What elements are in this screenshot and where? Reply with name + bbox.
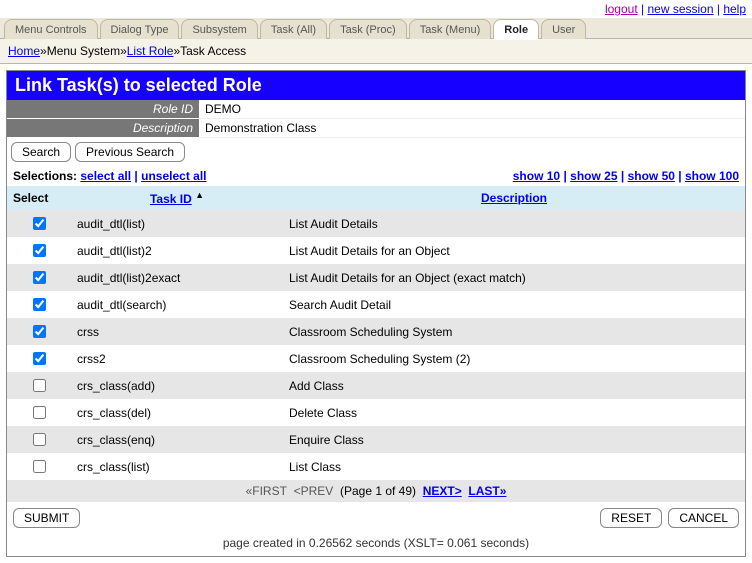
table-row: audit_dtl(list)2exactList Audit Details … [7, 264, 745, 291]
tab-role[interactable]: Role [493, 19, 539, 39]
breadcrumb-home[interactable]: Home [8, 44, 40, 58]
table-row: audit_dtl(search)Search Audit Detail [7, 291, 745, 318]
task-id-cell: crs_class(del) [71, 399, 283, 426]
description-cell: Add Class [283, 372, 745, 399]
tab-task-menu-[interactable]: Task (Menu) [409, 19, 492, 39]
tab-menu-controls[interactable]: Menu Controls [4, 19, 98, 39]
task-id-cell: audit_dtl(search) [71, 291, 283, 318]
row-select-checkbox[interactable] [33, 379, 46, 392]
col-task-id[interactable]: Task ID ▲ [71, 186, 283, 210]
task-table: Select Task ID ▲ Description audit_dtl(l… [7, 186, 745, 480]
show-25-link[interactable]: show 25 [570, 169, 617, 183]
tab-dialog-type[interactable]: Dialog Type [100, 19, 180, 39]
role-id-label: Role ID [7, 100, 199, 119]
table-row: crs_class(del)Delete Class [7, 399, 745, 426]
row-select-checkbox[interactable] [33, 433, 46, 446]
task-id-cell: crss [71, 318, 283, 345]
task-id-cell: audit_dtl(list)2 [71, 237, 283, 264]
page-box: Link Task(s) to selected Role Role ID DE… [6, 70, 746, 557]
logout-link[interactable]: logout [605, 2, 638, 16]
breadcrumb-list-role[interactable]: List Role [127, 44, 174, 58]
description-cell: List Audit Details for an Object [283, 237, 745, 264]
description-cell: Classroom Scheduling System [283, 318, 745, 345]
task-id-cell: audit_dtl(list) [71, 210, 283, 237]
selections-label: Selections: [13, 169, 77, 183]
sort-task-id-link[interactable]: Task ID [150, 192, 192, 206]
sort-asc-icon: ▲ [195, 190, 204, 200]
pager-prev: <PREV [294, 484, 334, 498]
description-cell: Enquire Class [283, 426, 745, 453]
description-cell: List Audit Details for an Object (exact … [283, 264, 745, 291]
table-row: audit_dtl(list)2List Audit Details for a… [7, 237, 745, 264]
row-select-checkbox[interactable] [33, 217, 46, 230]
description-cell: List Class [283, 453, 745, 480]
tab-task-all-[interactable]: Task (All) [260, 19, 327, 39]
row-select-checkbox[interactable] [33, 325, 46, 338]
tab-user[interactable]: User [541, 19, 586, 39]
tab-subsystem[interactable]: Subsystem [181, 19, 257, 39]
table-row: crs_class(enq)Enquire Class [7, 426, 745, 453]
tab-task-proc-[interactable]: Task (Proc) [329, 19, 407, 39]
task-id-cell: crs_class(list) [71, 453, 283, 480]
role-id-value: DEMO [199, 100, 745, 119]
previous-search-button[interactable]: Previous Search [75, 142, 185, 162]
unselect-all-link[interactable]: unselect all [141, 169, 206, 183]
task-id-cell: crs_class(enq) [71, 426, 283, 453]
task-id-cell: audit_dtl(list)2exact [71, 264, 283, 291]
pager-position: (Page 1 of 49) [340, 484, 416, 498]
table-row: crs_class(add)Add Class [7, 372, 745, 399]
breadcrumb-seg: Task Access [180, 44, 246, 58]
task-id-cell: crss2 [71, 345, 283, 372]
sort-description-link[interactable]: Description [481, 191, 547, 205]
table-row: crss2Classroom Scheduling System (2) [7, 345, 745, 372]
table-row: crs_class(list)List Class [7, 453, 745, 480]
selection-bar: Selections: select all | unselect all sh… [7, 166, 745, 186]
row-select-checkbox[interactable] [33, 352, 46, 365]
row-select-checkbox[interactable] [33, 460, 46, 473]
description-cell: Classroom Scheduling System (2) [283, 345, 745, 372]
select-all-link[interactable]: select all [80, 169, 131, 183]
page-title: Link Task(s) to selected Role [7, 71, 745, 100]
cancel-button[interactable]: CANCEL [668, 508, 739, 528]
breadcrumb-seg: Menu System [47, 44, 120, 58]
col-description[interactable]: Description [283, 186, 745, 210]
pager: «FIRST <PREV (Page 1 of 49) NEXT> LAST» [7, 480, 745, 502]
row-select-checkbox[interactable] [33, 244, 46, 257]
show-50-link[interactable]: show 50 [628, 169, 675, 183]
row-select-checkbox[interactable] [33, 298, 46, 311]
show-100-link[interactable]: show 100 [685, 169, 739, 183]
help-link[interactable]: help [723, 2, 746, 16]
pager-first: «FIRST [246, 484, 287, 498]
description-cell: List Audit Details [283, 210, 745, 237]
description-cell: Search Audit Detail [283, 291, 745, 318]
search-button[interactable]: Search [11, 142, 71, 162]
description-cell: Delete Class [283, 399, 745, 426]
table-row: audit_dtl(list)List Audit Details [7, 210, 745, 237]
description-label: Description [7, 119, 199, 138]
row-select-checkbox[interactable] [33, 406, 46, 419]
top-links: logout | new session | help [0, 0, 752, 18]
tab-bar: Menu ControlsDialog TypeSubsystemTask (A… [0, 18, 752, 39]
breadcrumb: Home»Menu System»List Role»Task Access [0, 39, 752, 64]
show-10-link[interactable]: show 10 [513, 169, 560, 183]
task-id-cell: crs_class(add) [71, 372, 283, 399]
new-session-link[interactable]: new session [647, 2, 713, 16]
table-row: crssClassroom Scheduling System [7, 318, 745, 345]
pager-last[interactable]: LAST» [468, 484, 506, 498]
submit-button[interactable]: SUBMIT [13, 508, 80, 528]
page-stats: page created in 0.26562 seconds (XSLT= 0… [7, 534, 745, 556]
col-select: Select [7, 186, 71, 210]
reset-button[interactable]: RESET [600, 508, 662, 528]
row-select-checkbox[interactable] [33, 271, 46, 284]
description-value: Demonstration Class [199, 119, 745, 138]
pager-next[interactable]: NEXT> [423, 484, 462, 498]
